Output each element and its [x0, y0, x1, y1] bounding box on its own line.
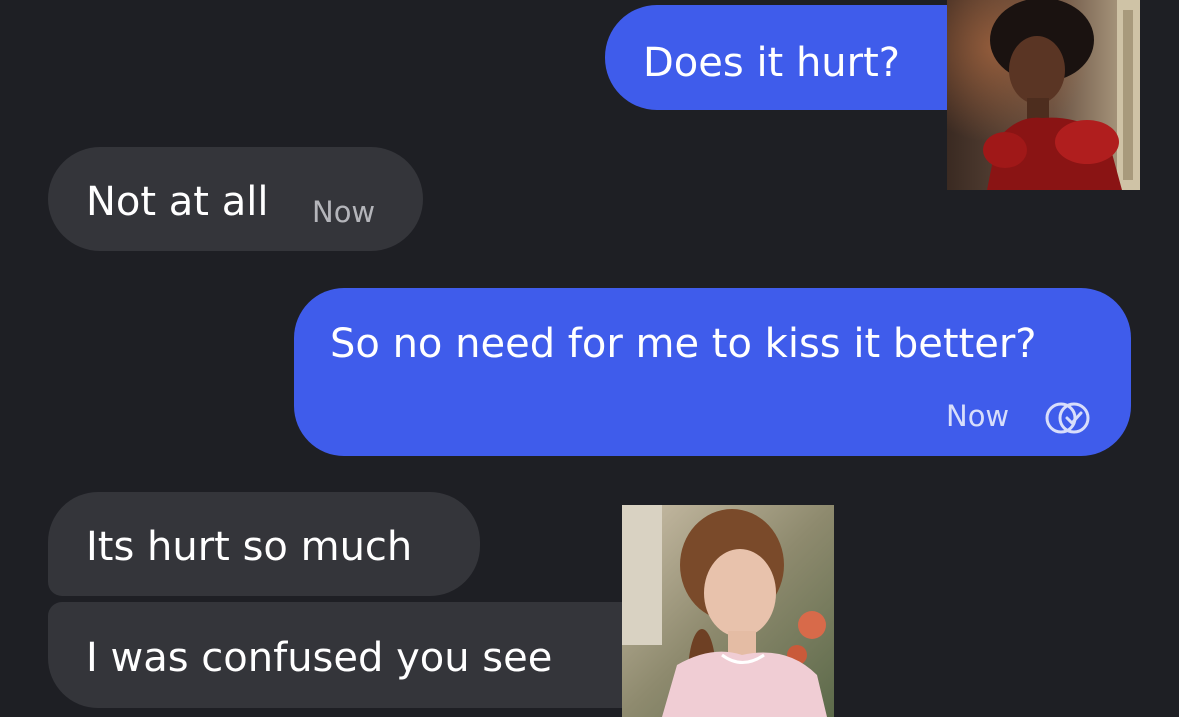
message-text: Its hurt so much	[86, 524, 413, 570]
read-double-check-icon	[1044, 401, 1096, 435]
message-timestamp: Now	[946, 399, 1010, 433]
message-text: Does it hurt?	[643, 40, 901, 86]
received-message-bubble[interactable]: Not at all Now	[48, 147, 423, 251]
woman-pink-dress-photo	[622, 505, 834, 717]
message-text: Not at all	[86, 179, 269, 225]
sent-message-bubble[interactable]: So no need for me to kiss it better? Now	[294, 288, 1131, 456]
message-text: So no need for me to kiss it better?	[330, 321, 1037, 367]
message-text: I was confused you see	[86, 635, 553, 681]
message-timestamp: Now	[312, 195, 376, 229]
received-message-bubble[interactable]: Its hurt so much	[48, 492, 480, 596]
received-message-bubble[interactable]: I was confused you see	[48, 602, 678, 708]
woman-red-dress-photo	[947, 0, 1140, 190]
